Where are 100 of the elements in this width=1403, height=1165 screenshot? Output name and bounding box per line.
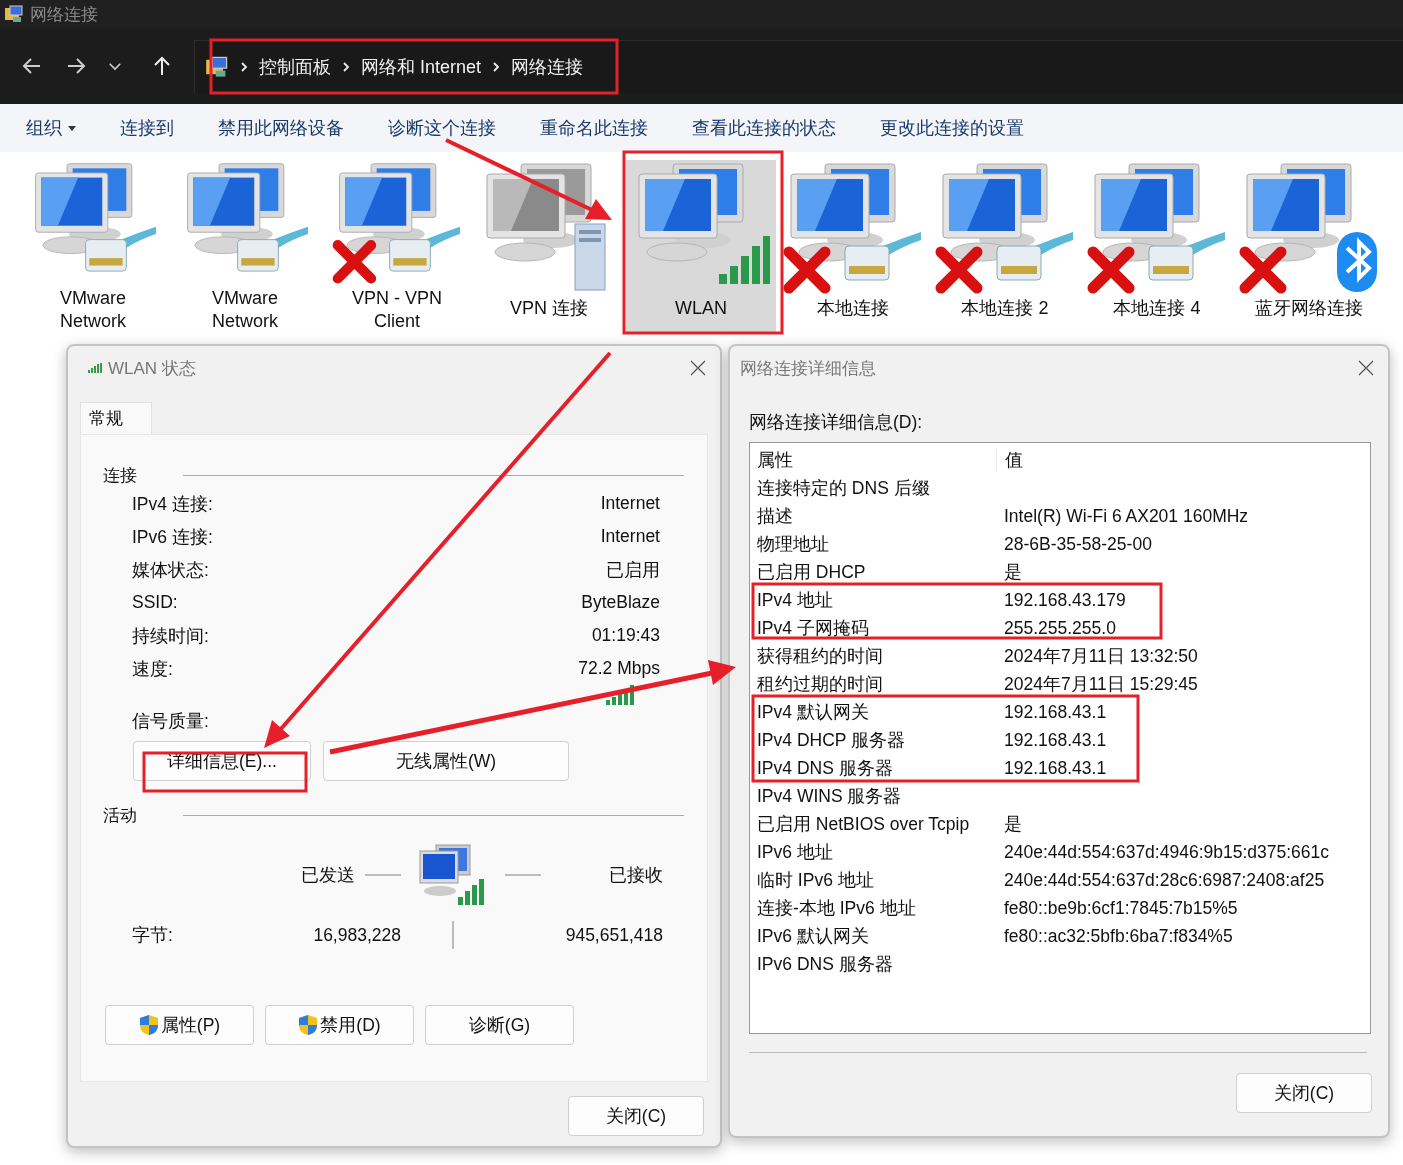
value-cell: 192.168.43.1 <box>1004 729 1107 751</box>
field-value: 72.2 Mbps <box>578 658 660 679</box>
dialog-button[interactable]: 诊断(G) <box>425 1005 574 1045</box>
field-label: 媒体状态: <box>132 558 209 582</box>
dialog-button[interactable]: 属性(P) <box>105 1005 254 1045</box>
breadcrumb-item[interactable]: 网络和 Internet <box>361 54 482 79</box>
caret-icon <box>68 125 76 131</box>
connection-name: VPN 连接 <box>509 297 589 320</box>
field-label: 信号质量: <box>132 710 209 733</box>
value-cell: 255.255.255.0 <box>1004 617 1116 639</box>
shield-icon <box>298 1014 319 1036</box>
field-value: Internet <box>600 526 660 547</box>
field-label: 速度: <box>132 657 173 681</box>
property-cell-text: IPv6 默认网关 <box>757 925 870 948</box>
bytes-received: 945,651,418 <box>565 924 663 946</box>
received-label: 已接收 <box>609 864 663 887</box>
value-cell: Intel(R) Wi-Fi 6 AX201 160MHz <box>1004 505 1249 527</box>
property-cell-text: IPv4 DNS 服务器 <box>757 757 894 780</box>
property-cell-text: 获得租约的时间 <box>757 645 884 668</box>
property-cell-text: 已启用 NetBIOS over Tcpip <box>757 813 971 836</box>
property-cell-text: IPv4 WINS 服务器 <box>757 785 903 808</box>
property-cell-text: IPv4 子网掩码 <box>757 617 870 640</box>
value-cell-text: 2024年7月11日 15:29:45 <box>1004 673 1198 696</box>
property-cell-text: 描述 <box>757 505 794 528</box>
field-label: SSID: <box>132 592 178 613</box>
field-value: 已启用 <box>606 558 660 582</box>
property-cell-text: IPv4 默认网关 <box>757 701 870 724</box>
value-cell-text: 是 <box>1004 813 1022 836</box>
property-cell-text: IPv4 DHCP 服务器 <box>757 729 906 752</box>
value-cell: 192.168.43.1 <box>1004 701 1107 723</box>
connection-name: 蓝牙网络连接 <box>1254 297 1364 320</box>
command-item[interactable]: 连接到 <box>120 116 174 140</box>
value-cell: 192.168.43.1 <box>1004 757 1107 779</box>
breadcrumb-item[interactable]: 控制面板 <box>259 54 331 79</box>
connection-name: 本地连接 <box>816 297 890 320</box>
close-icon[interactable] <box>690 360 706 376</box>
connection-name: 本地连接 4 <box>1112 297 1202 320</box>
list-label: 网络连接详细信息(D): <box>749 411 924 434</box>
window-title: 网络连接 <box>30 3 98 26</box>
connection-name: 本地连接 2 <box>960 297 1050 320</box>
network-folder-icon <box>4 4 24 24</box>
value-cell: 240e:44d:554:637d:28c6:6987:2408:af25 <box>1004 869 1325 891</box>
chevron-right-icon <box>341 59 351 74</box>
field-label: IPv6 连接: <box>132 525 213 549</box>
field-label: 字节: <box>132 924 173 947</box>
dialog-title: WLAN 状态 <box>108 357 197 380</box>
connection-tile[interactable]: VPN 连接 <box>474 160 624 333</box>
connection-name: VPN - VPN Client <box>351 287 443 333</box>
command-item[interactable]: 组织 <box>26 116 76 140</box>
property-cell-text: 已启用 DHCP <box>757 561 867 584</box>
sent-label: 已发送 <box>301 864 355 887</box>
connection-name: VMware Network <box>59 287 127 333</box>
value-cell-text: 2024年7月11日 13:32:50 <box>1004 645 1198 668</box>
property-cell-text: 物理地址 <box>757 533 830 556</box>
field-value: ByteBlaze <box>581 592 660 613</box>
value-cell: fe80::ac32:5bfb:6ba7:f834%5 <box>1004 925 1233 947</box>
connection-tile[interactable]: VMware Network <box>18 160 168 333</box>
dialog-button[interactable]: 无线属性(W) <box>323 741 569 781</box>
shield-icon <box>138 1014 159 1036</box>
field-value: 01:19:43 <box>591 625 660 646</box>
value-cell: 28-6B-35-58-25-00 <box>1004 533 1152 555</box>
close-icon[interactable] <box>1358 360 1374 376</box>
property-cell-text: IPv6 地址 <box>757 841 834 864</box>
connection-name: WLAN <box>674 297 728 320</box>
command-item[interactable]: 更改此连接的设置 <box>880 116 1024 140</box>
chevron-right-icon <box>491 59 502 74</box>
network-folder-icon <box>205 54 229 79</box>
value-cell-text: 是 <box>1004 561 1022 584</box>
close-button[interactable]: 关闭(C) <box>1236 1073 1372 1113</box>
command-item[interactable]: 重命名此连接 <box>540 116 648 140</box>
column-header[interactable]: 值 <box>1005 448 1023 472</box>
signal-strength-icon <box>606 685 636 705</box>
field-label: IPv4 连接: <box>132 492 213 516</box>
dialog-button[interactable]: 禁用(D) <box>265 1005 414 1045</box>
value-cell: fe80::be9b:6cf1:7845:7b15%5 <box>1004 897 1238 919</box>
command-item[interactable]: 诊断这个连接 <box>388 116 496 140</box>
property-cell-text: 连接-本地 IPv6 地址 <box>757 897 917 920</box>
address-bar[interactable]: 控制面板 网络和 Internet 网络连接 <box>194 39 1403 93</box>
breadcrumb-item[interactable]: 网络连接 <box>511 54 584 79</box>
connection-tile[interactable]: WLAN <box>626 160 776 333</box>
section-heading: 活动 <box>103 804 137 827</box>
connection-tile[interactable]: VMware Network <box>170 160 320 333</box>
property-cell-text: 租约过期的时间 <box>757 673 884 696</box>
field-label: 持续时间: <box>132 624 209 648</box>
property-cell-text: 连接特定的 DNS 后缀 <box>757 477 931 500</box>
bytes-sent: 16,983,228 <box>313 924 401 946</box>
connection-name: VMware Network <box>211 287 279 333</box>
command-item[interactable]: 禁用此网络设备 <box>218 116 344 140</box>
signal-icon <box>88 363 102 373</box>
close-button[interactable]: 关闭(C) <box>568 1096 704 1136</box>
command-item[interactable]: 查看此连接的状态 <box>692 116 836 140</box>
dialog-title: 网络连接详细信息 <box>740 357 877 380</box>
field-value: Internet <box>600 493 660 514</box>
property-cell-text: IPv4 地址 <box>757 589 834 612</box>
chevron-right-icon <box>239 59 249 74</box>
section-heading: 连接 <box>103 464 137 487</box>
value-cell: 192.168.43.179 <box>1004 589 1126 611</box>
column-header[interactable]: 属性 <box>757 448 997 472</box>
value-cell: 240e:44d:554:637d:4946:9b15:d375:661c <box>1004 841 1330 863</box>
tab[interactable]: 常规 <box>80 402 152 434</box>
